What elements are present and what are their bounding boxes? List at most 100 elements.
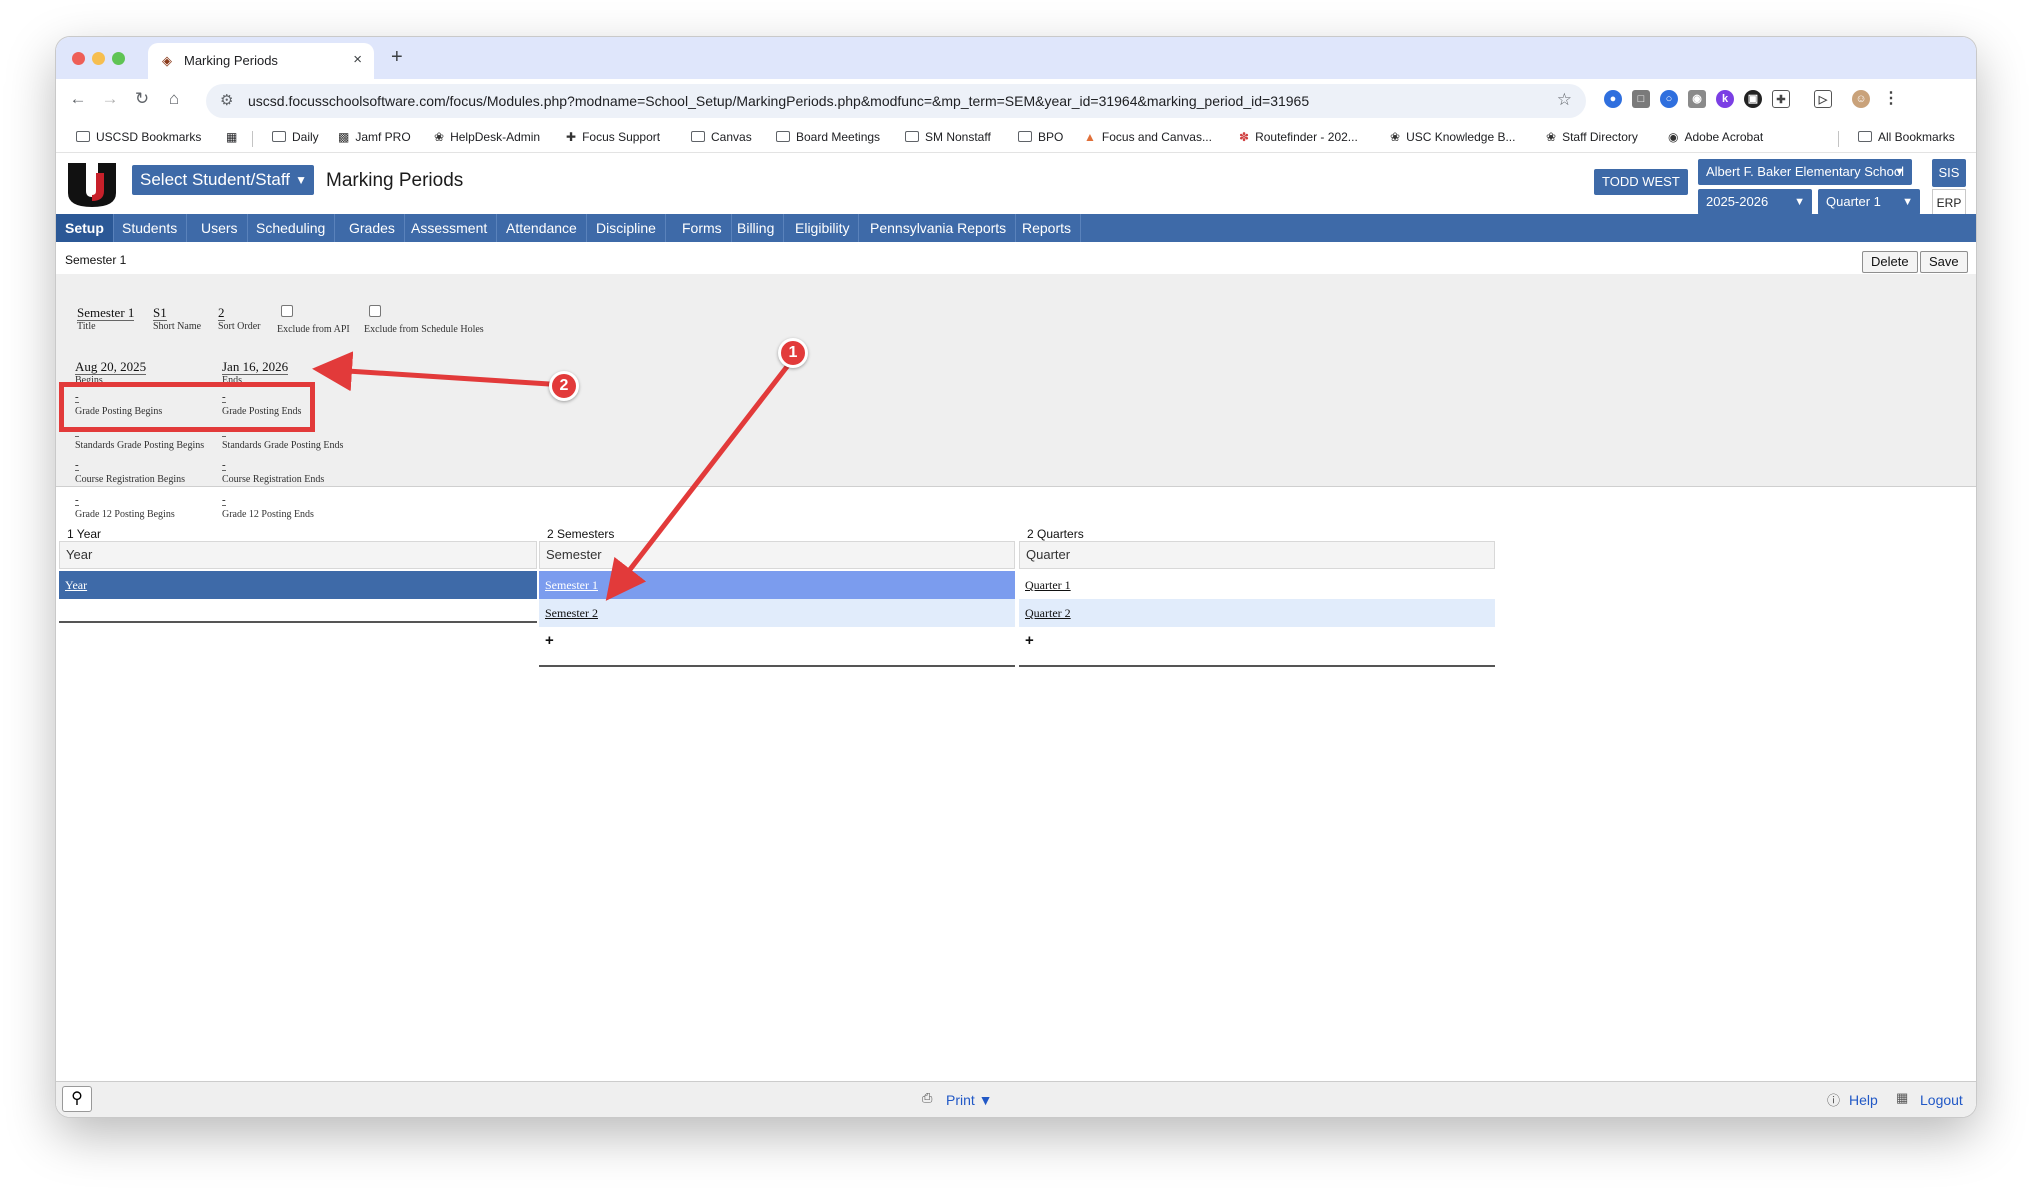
menu-assessment[interactable]: Assessment	[402, 214, 498, 242]
bookmark-routefinder[interactable]: ✽ Routefinder - 202...	[1239, 130, 1358, 144]
menu-attendance[interactable]: Attendance	[497, 214, 587, 242]
help-icon: ⓘ	[1827, 1093, 1841, 1108]
zoom-window-button[interactable]	[112, 52, 125, 65]
course-registration-begins-label: Course Registration Begins	[75, 474, 185, 485]
minimize-window-button[interactable]	[92, 52, 105, 65]
site-settings-icon[interactable]: ⚙	[220, 91, 233, 109]
menu-forms[interactable]: Forms	[673, 214, 732, 242]
menu-reports[interactable]: Reports	[1013, 214, 1082, 242]
exclude-api-checkbox[interactable]	[281, 305, 293, 317]
short-name-label: Short Name	[153, 321, 202, 332]
exclude-holes-checkbox[interactable]	[369, 305, 381, 317]
browser-toolbar: ← → ↻ ⌂ ⚙ uscsd.focusschoolsoftware.com/…	[56, 79, 1976, 123]
bookmark-star-icon[interactable]: ☆	[1557, 90, 1572, 110]
erp-button[interactable]: ERP	[1932, 189, 1966, 217]
bookmark-sm-nonstaff[interactable]: SM Nonstaff	[905, 130, 991, 144]
bookmark-helpdesk[interactable]: ❀ HelpDesk-Admin	[434, 130, 540, 144]
menu-users[interactable]: Users	[192, 214, 248, 242]
menu-pennsylvania-reports[interactable]: Pennsylvania Reports	[861, 214, 1017, 242]
bookmark-jamf[interactable]: ▩ Jamf PRO	[338, 130, 411, 144]
delete-button[interactable]: Delete	[1862, 251, 1918, 273]
semester-header: Semester	[539, 541, 1015, 569]
sort-order-field[interactable]: 2	[218, 306, 225, 321]
menu-setup[interactable]: Setup	[56, 214, 114, 242]
folder-icon	[691, 131, 705, 142]
user-name-button[interactable]: TODD WEST	[1594, 169, 1688, 195]
ends-date-field[interactable]: Jan 16, 2026	[222, 360, 289, 375]
camera-extension-icon[interactable]: ◉	[1688, 90, 1706, 108]
title-label: Title	[77, 321, 96, 332]
extensions-puzzle-icon[interactable]: ✚	[1772, 90, 1790, 108]
bookmark-staff-directory[interactable]: ❀ Staff Directory	[1546, 130, 1638, 144]
semesters-column-line	[539, 665, 1015, 667]
bookmark-focus-canvas[interactable]: ▲ Focus and Canvas...	[1084, 130, 1212, 144]
browser-menu-icon[interactable]: ⋮	[1882, 90, 1900, 108]
semester-2-row[interactable]: Semester 2	[539, 599, 1015, 627]
menu-eligibility[interactable]: Eligibility	[786, 214, 860, 242]
add-quarter-button[interactable]: +	[1019, 627, 1495, 655]
bookmark-usc-knowledge[interactable]: ❀ USC Knowledge B...	[1390, 130, 1515, 144]
extension-5-icon[interactable]: ▣	[1744, 90, 1762, 108]
extension-k-icon[interactable]: k	[1716, 90, 1734, 108]
bookmark-focus-support[interactable]: ✚ Focus Support	[566, 130, 660, 144]
bookmark-adobe-acrobat[interactable]: ◉ Adobe Acrobat	[1668, 130, 1763, 144]
quarter-dropdown[interactable]: Quarter 1 ▼	[1818, 189, 1920, 215]
address-bar[interactable]: ⚙ uscsd.focusschoolsoftware.com/focus/Mo…	[206, 84, 1586, 118]
extension-1-icon[interactable]: ●	[1604, 90, 1622, 108]
apps-grid-icon[interactable]: ▦	[226, 130, 237, 144]
tab-close-icon[interactable]: ×	[353, 51, 362, 68]
bookmark-uscsd[interactable]: USCSD Bookmarks	[76, 130, 201, 144]
course-registration-ends-field[interactable]: -	[222, 460, 226, 471]
close-window-button[interactable]	[72, 52, 85, 65]
extension-3-icon[interactable]: ○	[1660, 90, 1678, 108]
reload-icon[interactable]: ↻	[130, 89, 154, 109]
grade12-begins-field[interactable]: -	[75, 495, 79, 506]
period-name: Semester 1	[65, 253, 127, 267]
begins-date-field[interactable]: Aug 20, 2025	[75, 360, 147, 375]
paw-icon: ❀	[434, 130, 445, 144]
bookmark-all[interactable]: All Bookmarks	[1858, 130, 1955, 144]
profile-avatar[interactable]: ☺	[1852, 90, 1870, 108]
short-name-field[interactable]: S1	[153, 306, 167, 321]
semester-1-row[interactable]: Semester 1	[539, 571, 1015, 599]
logout-link[interactable]: Logout	[1920, 1092, 1963, 1108]
school-dropdown[interactable]: Albert F. Baker Elementary School ▼	[1698, 159, 1912, 185]
bookmark-bpo[interactable]: BPO	[1018, 130, 1063, 144]
side-panel-icon[interactable]: ▷	[1814, 90, 1832, 108]
year-row[interactable]: Year	[59, 571, 537, 599]
menu-billing[interactable]: Billing	[728, 214, 785, 242]
save-button[interactable]: Save	[1920, 251, 1968, 273]
printer-icon: ⎙	[922, 1090, 933, 1105]
browser-tab[interactable]: ◈ Marking Periods ×	[148, 43, 374, 79]
quarter-2-row[interactable]: Quarter 2	[1019, 599, 1495, 627]
search-icon[interactable]: ⚲	[62, 1086, 92, 1112]
school-logo	[68, 163, 116, 207]
help-link[interactable]: Help	[1849, 1092, 1878, 1108]
menu-students[interactable]: Students	[113, 214, 188, 242]
bookmark-daily[interactable]: Daily	[272, 130, 319, 144]
grade12-ends-field[interactable]: -	[222, 495, 226, 506]
home-icon[interactable]: ⌂	[162, 89, 186, 109]
quarter-1-row[interactable]: Quarter 1	[1019, 571, 1495, 599]
caret-down-icon: ▼	[1902, 196, 1913, 208]
extension-2-icon[interactable]: □	[1632, 90, 1650, 108]
bookmark-canvas[interactable]: Canvas	[691, 130, 752, 144]
course-registration-begins-field[interactable]: -	[75, 460, 79, 471]
forward-icon[interactable]: →	[98, 89, 122, 109]
title-field[interactable]: Semester 1	[77, 306, 135, 321]
bookmark-board-meetings[interactable]: Board Meetings	[776, 130, 880, 144]
back-icon[interactable]: ←	[66, 89, 90, 109]
marking-period-form: Semester 1 Title S1 Short Name 2 Sort Or…	[56, 274, 1976, 487]
select-student-staff-dropdown[interactable]: Select Student/Staff ▼	[132, 165, 314, 195]
quarters-caption: 2 Quarters	[1027, 527, 1084, 541]
add-semester-button[interactable]: +	[539, 627, 1015, 655]
sis-button[interactable]: SIS	[1932, 159, 1966, 187]
year-dropdown[interactable]: 2025-2026 ▼	[1698, 189, 1812, 215]
browser-window: ◈ Marking Periods × + ← → ↻ ⌂ ⚙ uscsd.fo…	[56, 37, 1976, 1117]
menu-grades[interactable]: Grades	[340, 214, 405, 242]
menu-discipline[interactable]: Discipline	[587, 214, 666, 242]
new-tab-button[interactable]: +	[391, 46, 403, 69]
print-link[interactable]: Print ▼	[946, 1092, 993, 1108]
standards-ends-label: Standards Grade Posting Ends	[222, 440, 344, 451]
menu-scheduling[interactable]: Scheduling	[247, 214, 336, 242]
